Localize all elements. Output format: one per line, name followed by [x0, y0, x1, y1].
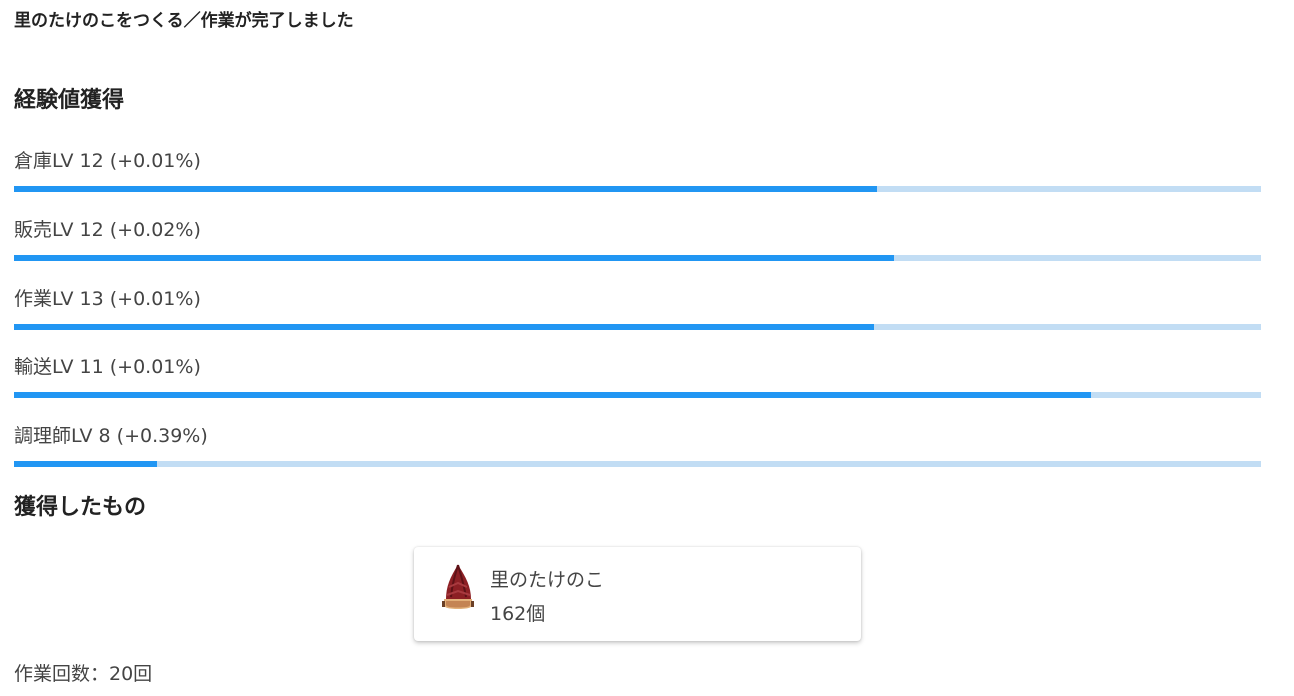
skill-progress-fill — [14, 324, 875, 330]
skill-progress-track — [14, 461, 1261, 467]
bamboo-shoot-icon — [438, 563, 478, 611]
skill-progress-fill — [14, 392, 1092, 398]
skill-label: 倉庫LV 12 (+0.01%) — [14, 150, 201, 172]
skill-progress-fill — [14, 461, 158, 467]
skill-row-cook: 調理師LV 8 (+0.39%) — [14, 421, 1261, 477]
work-count: 作業回数：20回 — [14, 663, 153, 685]
skill-progress-track — [14, 324, 1261, 330]
skill-label: 調理師LV 8 (+0.39%) — [14, 425, 208, 447]
skill-label: 販売LV 12 (+0.02%) — [14, 219, 201, 241]
experience-heading: 経験値獲得 — [14, 88, 125, 113]
skill-label: 輸送LV 11 (+0.01%) — [14, 356, 201, 378]
skill-row-storage: 倉庫LV 12 (+0.01%) — [14, 146, 1261, 202]
skill-row-work: 作業LV 13 (+0.01%) — [14, 284, 1261, 340]
item-quantity: 162個 — [490, 603, 546, 625]
page-title: 里のたけのこをつくる／作業が完了しました — [14, 11, 354, 31]
skill-progress-fill — [14, 255, 895, 261]
item-name: 里のたけのこ — [490, 569, 605, 591]
skill-progress-track — [14, 186, 1261, 192]
acquired-item-card: 里のたけのこ 162個 — [414, 547, 861, 641]
skill-row-sales: 販売LV 12 (+0.02%) — [14, 215, 1261, 271]
acquired-heading: 獲得したもの — [14, 495, 147, 520]
skill-progress-track — [14, 392, 1261, 398]
skill-label: 作業LV 13 (+0.01%) — [14, 288, 201, 310]
skill-progress-fill — [14, 186, 877, 192]
result-page: 里のたけのこをつくる／作業が完了しました 経験値獲得 倉庫LV 12 (+0.0… — [0, 0, 1294, 696]
skill-progress-track — [14, 255, 1261, 261]
skill-row-transport: 輸送LV 11 (+0.01%) — [14, 352, 1261, 408]
